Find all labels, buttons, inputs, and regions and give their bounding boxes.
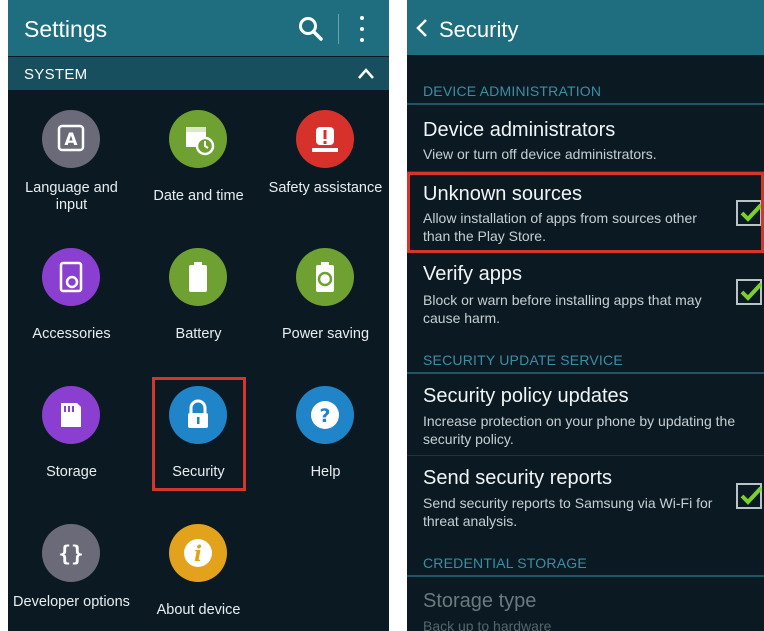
braces-icon: {} xyxy=(42,524,100,582)
settings-grid: A Language and input Date and time Safet… xyxy=(8,90,389,631)
tile-label: Developer options xyxy=(13,594,130,610)
alert-icon xyxy=(296,110,354,168)
settings-screen: Settings SYSTEM A Language and input Dat… xyxy=(8,0,389,631)
action-bar-divider xyxy=(338,14,339,44)
security-highlight-box xyxy=(152,377,246,491)
row-title: Send security reports xyxy=(423,467,612,489)
checkmark-icon xyxy=(740,486,763,505)
tile-label: About device xyxy=(156,602,241,618)
back-arrow-icon[interactable] xyxy=(416,18,428,38)
tile-label: Power saving xyxy=(281,326,370,342)
security-action-bar: Security xyxy=(407,0,764,55)
verify-apps-checkbox[interactable] xyxy=(736,279,763,305)
tile-label: Battery xyxy=(175,326,222,342)
tile-label: Date and time xyxy=(153,188,244,204)
tile-label: Safety assistance xyxy=(268,180,383,196)
tile-battery[interactable]: Battery xyxy=(135,228,262,366)
page-title: Security xyxy=(439,17,519,42)
section-label: CREDENTIAL STORAGE xyxy=(423,555,587,571)
tile-label: Help xyxy=(310,464,341,480)
section-header-security-update-service: SECURITY UPDATE SERVICE xyxy=(407,346,764,374)
chevron-up-icon[interactable] xyxy=(357,66,375,80)
tile-date-and-time[interactable]: Date and time xyxy=(135,90,262,228)
send-security-reports-checkbox[interactable] xyxy=(736,483,763,509)
power-saving-icon xyxy=(296,248,354,306)
tile-storage[interactable]: Storage xyxy=(8,366,135,504)
row-subtitle: Send security reports to Samsung via Wi-… xyxy=(423,495,713,529)
language-icon: A xyxy=(42,110,100,168)
row-subtitle: Increase protection on your phone by upd… xyxy=(423,413,736,447)
search-icon[interactable] xyxy=(297,15,325,43)
svg-text:{}: {} xyxy=(58,542,83,566)
accessories-icon xyxy=(42,248,100,306)
tile-label: Accessories xyxy=(32,326,111,342)
system-section-header[interactable]: SYSTEM xyxy=(8,57,389,90)
row-title: Security policy updates xyxy=(423,385,629,407)
tile-about-device[interactable]: i About device xyxy=(135,504,262,631)
list-item-security-policy-updates[interactable]: Security policy updates Increase protect… xyxy=(407,374,764,456)
list-item-storage-type: Storage type Back up to hardware xyxy=(407,577,764,631)
sd-card-icon xyxy=(42,386,100,444)
section-header-device-administration: DEVICE ADMINISTRATION xyxy=(407,77,764,105)
settings-action-bar: Settings xyxy=(8,0,389,56)
row-title: Storage type xyxy=(423,590,537,612)
tile-power-saving[interactable]: Power saving xyxy=(262,228,389,366)
tile-label: Language and input xyxy=(25,180,118,213)
help-icon: ? xyxy=(296,386,354,444)
security-screen: Security DEVICE ADMINISTRATION Device ad… xyxy=(407,0,764,631)
row-subtitle: View or turn off device administrators. xyxy=(423,146,657,162)
list-item-send-security-reports[interactable]: Send security reports Send security repo… xyxy=(407,456,764,538)
row-title: Verify apps xyxy=(423,263,522,285)
section-label: DEVICE ADMINISTRATION xyxy=(423,83,602,99)
row-title: Device administrators xyxy=(423,119,616,141)
section-header-credential-storage: CREDENTIAL STORAGE xyxy=(407,549,764,577)
checkmark-icon xyxy=(740,282,763,301)
tile-accessories[interactable]: Accessories xyxy=(8,228,135,366)
tile-label: Storage xyxy=(46,464,97,480)
info-icon: i xyxy=(169,524,227,582)
svg-text:A: A xyxy=(64,130,78,150)
calendar-clock-icon xyxy=(169,110,227,168)
row-subtitle: Back up to hardware xyxy=(423,618,552,631)
tile-help[interactable]: ? Help xyxy=(262,366,389,504)
section-label: SECURITY UPDATE SERVICE xyxy=(423,352,623,368)
section-label: SYSTEM xyxy=(24,66,88,83)
list-item-verify-apps[interactable]: Verify apps Block or warn before install… xyxy=(407,253,764,341)
page-title: Settings xyxy=(24,16,108,42)
tile-developer-options[interactable]: {} Developer options xyxy=(8,504,135,631)
tile-language-and-input[interactable]: A Language and input xyxy=(8,90,135,228)
battery-icon xyxy=(169,248,227,306)
more-vert-icon[interactable] xyxy=(355,14,369,44)
row-subtitle: Block or warn before installing apps tha… xyxy=(423,292,702,326)
svg-text:i: i xyxy=(194,541,202,566)
svg-text:?: ? xyxy=(319,405,330,427)
list-item-device-administrators[interactable]: Device administrators View or turn off d… xyxy=(407,105,764,172)
unknown-sources-highlight-box xyxy=(407,172,764,253)
tile-safety-assistance[interactable]: Safety assistance xyxy=(262,90,389,228)
